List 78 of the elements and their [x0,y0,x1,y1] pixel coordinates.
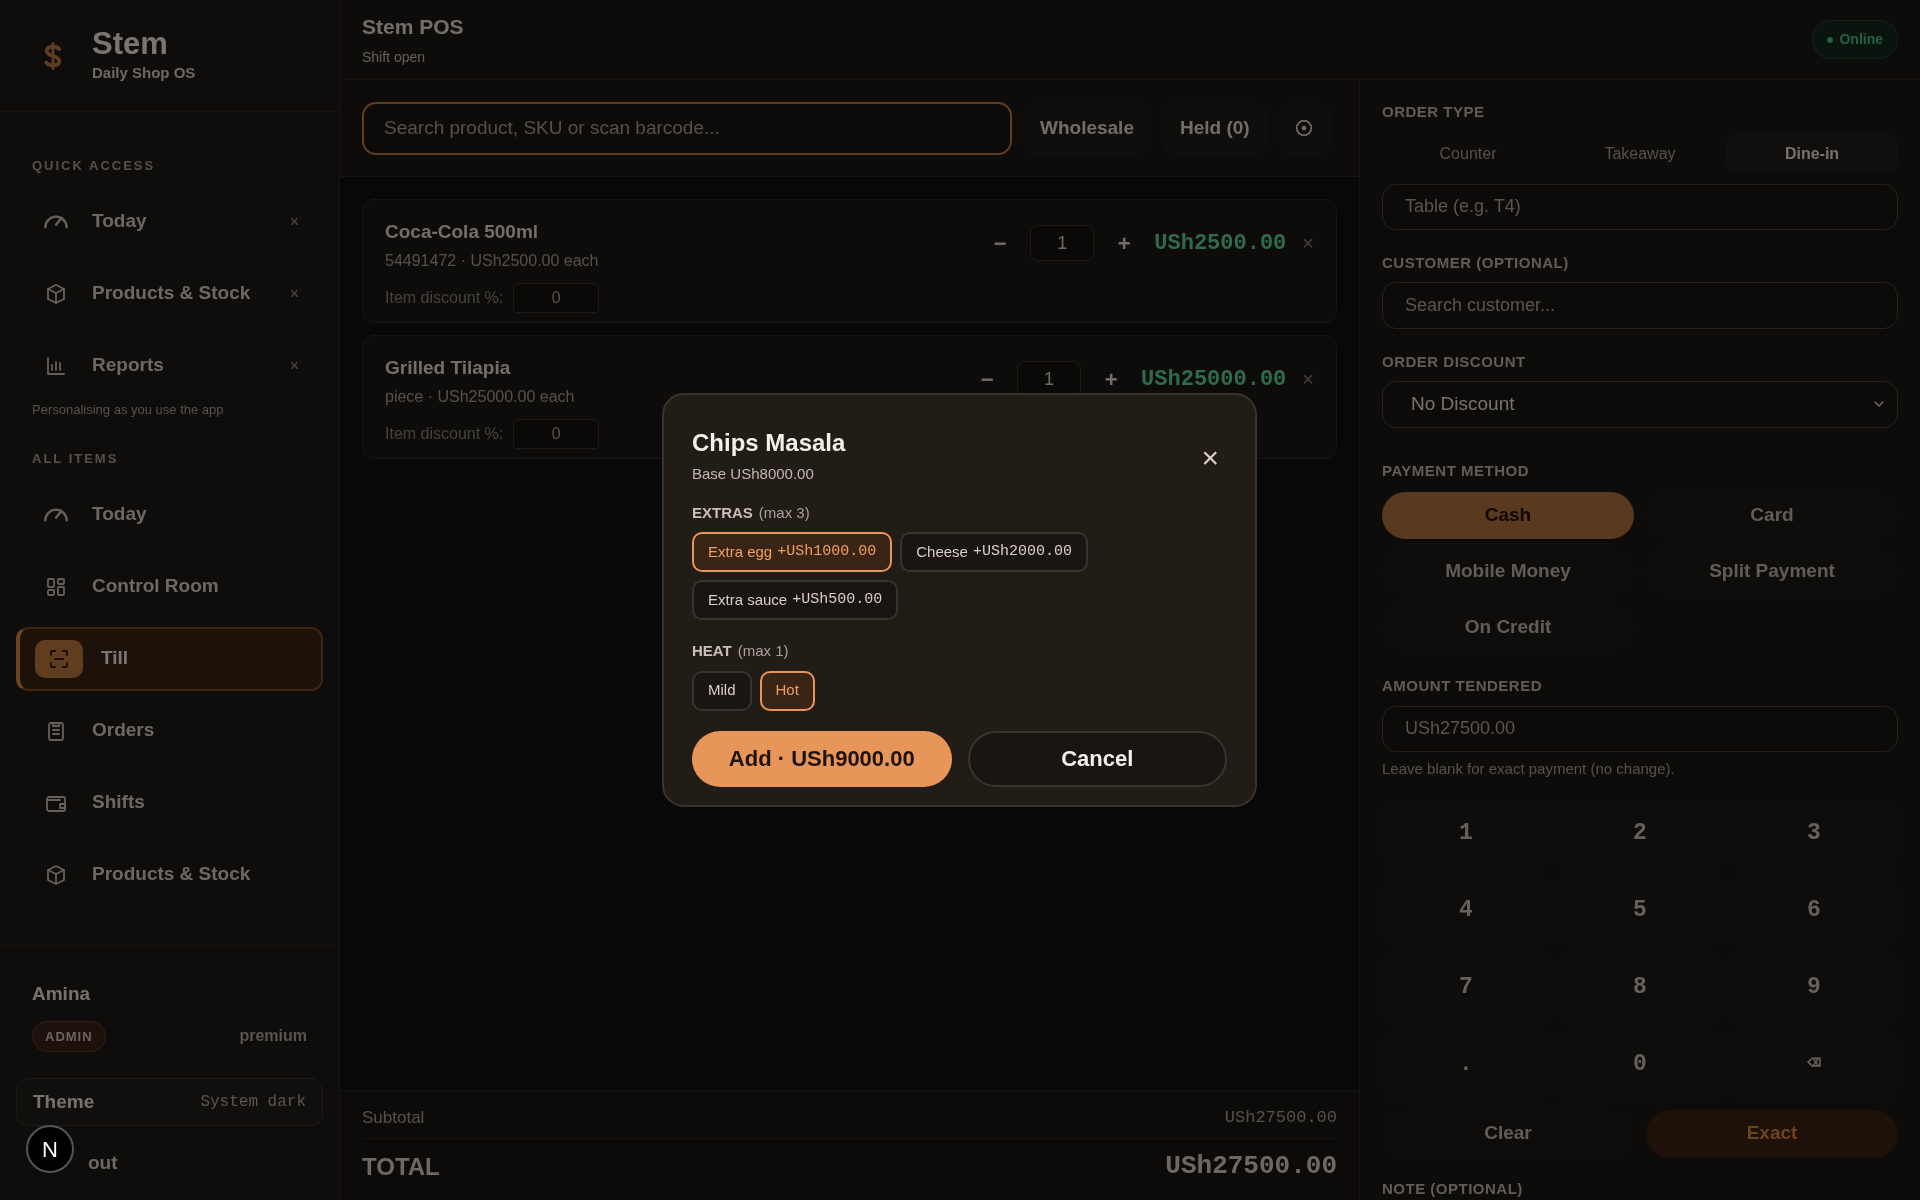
option-group-title: HEAT [692,641,732,661]
field-label: PAYMENT METHOD [1382,460,1530,481]
line-total: USh25000.00 [1141,365,1287,394]
field-label: AMOUNT TENDERED [1382,676,1543,697]
item-name: Grilled Tilapia [385,356,512,380]
remove-icon[interactable]: × [289,353,299,378]
customer-search-field[interactable]: Search customer... [1382,282,1898,329]
gauge-icon [44,214,68,229]
option-chip[interactable]: Extra sauce +USh500.00 [692,580,899,620]
section-heading: ALL ITEMS [31,450,120,468]
brand-name: Stem [92,26,169,63]
remove-icon[interactable]: × [289,281,299,306]
search-field[interactable]: Search product, SKU or scan barcode... [362,101,1012,155]
option-chip[interactable]: Mild [692,670,752,711]
increase-button[interactable]: + [1093,361,1130,398]
user-name: Amina [31,982,92,1006]
quantity-field[interactable]: 1 [1030,225,1095,262]
nav-item[interactable]: Control Room [16,554,323,619]
nav-item[interactable]: Till [16,626,323,691]
table-field[interactable]: Table (e.g. T4) [1382,183,1898,230]
exact-button[interactable]: Exact [1646,1109,1898,1158]
nav-item[interactable]: Today × [16,189,323,254]
discount-field[interactable]: 0 [513,418,600,449]
box-icon [44,862,68,887]
increase-button[interactable]: + [1106,225,1143,262]
base-price: Base USh8000.00 [692,464,815,484]
status-badge: Online [1812,20,1898,59]
remove-icon[interactable]: × [289,209,299,234]
decrease-button[interactable]: − [982,225,1019,262]
field-label: ORDER DISCOUNT [1382,351,1527,372]
option-group-hint: (max 3) [758,502,810,523]
option-chip[interactable]: Cheese +USh2000.00 [900,532,1088,572]
payment-method-button[interactable]: Cash [1382,492,1634,540]
page-title: Stem POS [362,14,464,41]
nav-item[interactable]: Reports × [16,333,323,398]
nav-item[interactable]: Orders [16,698,323,763]
option-chip[interactable]: Hot [759,670,815,711]
option-chip[interactable]: Extra egg +USh1000.00 [692,532,893,572]
add-button[interactable]: Add · USh9000.00 [692,730,952,787]
discount-field[interactable]: 0 [513,282,600,313]
item-name: Coca-Cola 500ml [385,220,540,244]
amount-field[interactable]: USh27500.00 [1382,705,1898,752]
order-type-tab[interactable]: Counter [1382,133,1554,174]
subtotal-label: Subtotal [362,1106,425,1129]
cancel-button[interactable]: Cancel [967,730,1227,787]
logout-link[interactable]: out [88,1148,118,1178]
section-heading: QUICK ACCESS [31,157,157,175]
gauge-icon [44,507,68,522]
item-meta: 54491472 · USh2500.00 each [385,250,599,271]
field-label: NOTE (OPTIONAL) [1382,1178,1524,1199]
option-group-hint: (max 1) [737,641,789,661]
line-total: USh2500.00 [1154,229,1287,258]
box-icon [44,281,68,306]
field-label: CUSTOMER (OPTIONAL) [1382,252,1570,273]
helper-text: Personalising as you use the app [31,400,225,419]
field-label: ORDER TYPE [1382,102,1486,122]
decrease-button[interactable]: − [969,361,1006,398]
order-type-tab[interactable]: Takeaway [1554,133,1726,174]
total-label: TOTAL [362,1151,440,1182]
theme-toggle[interactable]: Theme System dark [16,1078,323,1126]
remove-button[interactable]: × [1302,364,1314,395]
discount-select[interactable]: No Discount [1382,381,1898,428]
page-subtitle: Shift open [362,47,427,67]
nav-item[interactable]: Products & Stock [16,842,323,907]
item-meta: piece · USh25000.00 each [385,386,575,407]
nav-item[interactable]: Today [16,482,323,547]
option-group-title: EXTRAS [692,502,753,523]
role-badge: ADMIN [32,1020,106,1052]
remove-button[interactable]: × [1302,228,1314,259]
subtotal-value: USh27500.00 [1224,1106,1337,1129]
total-value: USh27500.00 [1165,1150,1337,1184]
brand-subtitle: Daily Shop OS [92,63,196,84]
close-button[interactable]: × [1201,431,1219,486]
helper-text: Leave blank for exact payment (no change). [1382,759,1676,779]
nav-item[interactable]: Products & Stock × [16,261,323,326]
plan-label: premium [239,1026,307,1047]
dialog-title: Chips Masala [692,428,846,458]
nav-item[interactable]: Shifts [16,770,323,835]
